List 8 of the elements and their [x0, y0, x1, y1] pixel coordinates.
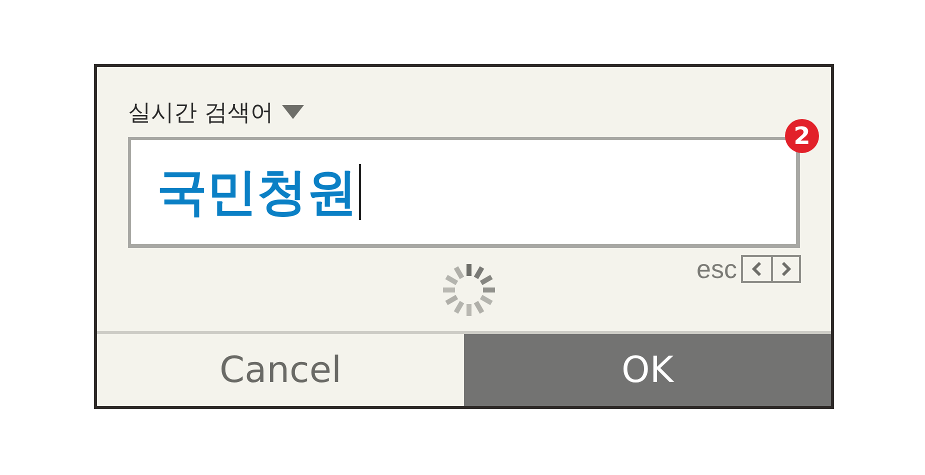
step-badge: 2: [785, 119, 819, 153]
chevron-right-icon: [781, 262, 791, 276]
dropdown-label: 실시간 검색어: [128, 98, 274, 128]
chevron-left-icon: [752, 262, 762, 276]
dropdown-arrow-icon[interactable]: [281, 104, 306, 120]
loading-spinner-icon: [441, 262, 497, 318]
esc-hint: esc: [696, 254, 737, 284]
ok-button[interactable]: OK: [464, 334, 831, 406]
